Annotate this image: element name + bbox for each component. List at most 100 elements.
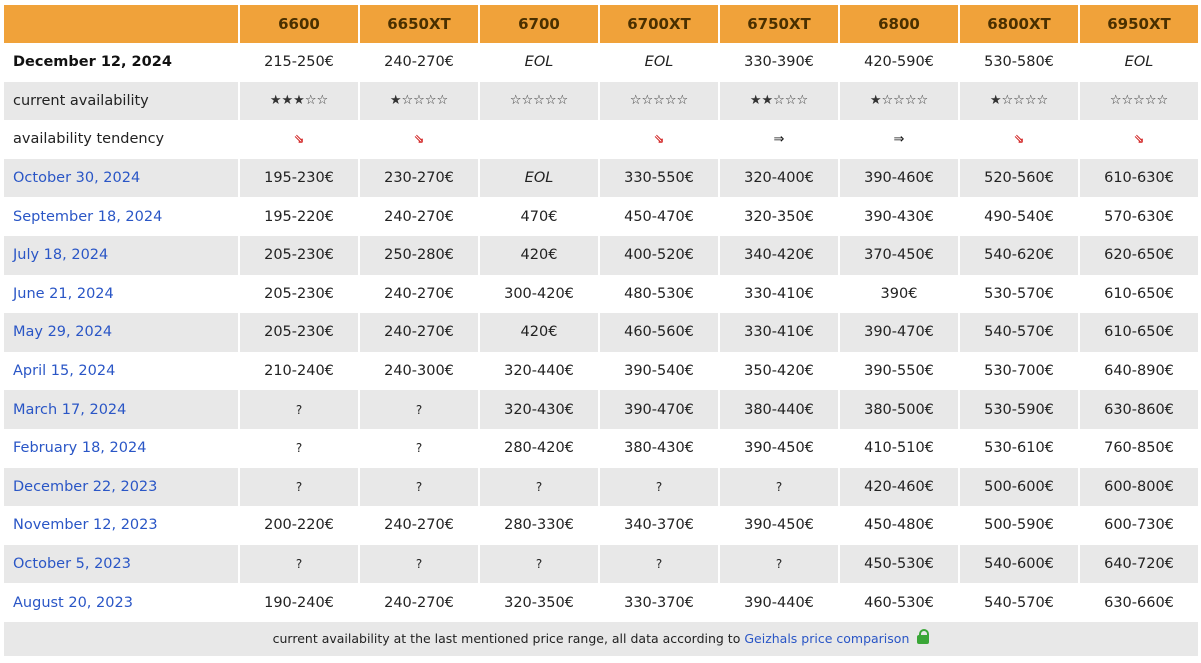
row-label: current availability	[4, 81, 238, 121]
price-cell: 530-700€	[960, 351, 1078, 391]
table-header: 6600 6650XT 6700 6700XT 6750XT 6800 6800…	[4, 5, 1198, 43]
availability-stars: ☆☆☆☆☆	[480, 81, 598, 121]
availability-stars: ★★★☆☆	[240, 81, 358, 121]
table-row: April 15, 2024 210-240€ 240-300€ 320-440€ 39…	[4, 351, 1198, 391]
price-cell: 240-270€	[360, 43, 478, 82]
price-cell: 230-270€	[360, 158, 478, 198]
price-cell: 420-590€	[840, 43, 958, 82]
price-cell: 640-720€	[1080, 544, 1198, 584]
table-row: October 5, 2023????? 450-530€ 540-600€ 640-…	[4, 544, 1198, 584]
row-date-link[interactable]: February 18, 2024	[4, 428, 238, 468]
price-cell: 420€	[480, 313, 598, 352]
row-date-link[interactable]: December 22, 2023	[4, 467, 238, 507]
price-cell: 195-230€	[240, 158, 358, 198]
price-cell: 490-540€	[960, 197, 1078, 236]
price-cell: 320-440€	[480, 351, 598, 391]
price-cell: ?	[360, 544, 478, 584]
price-cell: 215-250€	[240, 43, 358, 82]
table-row: September 18, 2024 195-220€ 240-270€ 470€ 45…	[4, 197, 1198, 236]
price-cell: 530-570€	[960, 274, 1078, 314]
price-cell: 500-600€	[960, 467, 1078, 507]
availability-stars: ★★☆☆☆	[720, 81, 838, 121]
price-cell: 320-430€	[480, 390, 598, 429]
table-body: December 12, 2024 215-250€ 240-270€ EOL EOL 3…	[4, 43, 1198, 622]
price-cell: 340-370€	[600, 506, 718, 545]
row-date-link[interactable]: November 12, 2023	[4, 506, 238, 545]
header-corner	[4, 5, 238, 43]
availability-stars: ☆☆☆☆☆	[600, 81, 718, 121]
availability-stars: ☆☆☆☆☆	[1080, 81, 1198, 121]
price-cell: ?	[480, 467, 598, 507]
row-date-link[interactable]: July 18, 2024	[4, 235, 238, 275]
price-cell: ?	[480, 544, 598, 584]
price-cell: 330-410€	[720, 274, 838, 314]
price-cell: 390-450€	[720, 506, 838, 545]
availability-stars: ★☆☆☆☆	[960, 81, 1078, 121]
row-date-link[interactable]: October 5, 2023	[4, 544, 238, 584]
header-gpu-6750xt: 6750XT	[720, 5, 838, 43]
price-cell: 570-630€	[1080, 197, 1198, 236]
header-gpu-6650xt: 6650XT	[360, 5, 478, 43]
price-cell: EOL	[480, 158, 598, 198]
price-cell: 410-510€	[840, 428, 958, 468]
price-cell: EOL	[600, 43, 718, 82]
arrow-down-right-icon: ⇘	[1080, 120, 1198, 159]
price-cell: 390-430€	[840, 197, 958, 236]
row-date-link[interactable]: April 15, 2024	[4, 351, 238, 391]
header-gpu-6700: 6700	[480, 5, 598, 43]
price-cell: 600-800€	[1080, 467, 1198, 507]
price-cell: ?	[360, 390, 478, 429]
price-cell: 390-540€	[600, 351, 718, 391]
row-date-link[interactable]: September 18, 2024	[4, 197, 238, 236]
price-cell: ?	[240, 544, 358, 584]
price-cell: 200-220€	[240, 506, 358, 545]
availability-stars: ★☆☆☆☆	[360, 81, 478, 121]
price-cell: 195-220€	[240, 197, 358, 236]
price-cell: 610-630€	[1080, 158, 1198, 198]
price-cell: ?	[360, 467, 478, 507]
price-cell: 380-500€	[840, 390, 958, 429]
price-cell: 320-400€	[720, 158, 838, 198]
table-row: availability tendency ⇘ ⇘ ⇘ ⇒ ⇒ ⇘ ⇘	[4, 120, 1198, 159]
price-cell: 330-370€	[600, 583, 718, 622]
price-cell: ?	[600, 544, 718, 584]
price-cell: 320-350€	[720, 197, 838, 236]
table-row: December 12, 2024 215-250€ 240-270€ EOL EOL 3…	[4, 43, 1198, 82]
footer-row: current availability at the last mention…	[4, 621, 1198, 656]
table-row: May 29, 2024 205-230€ 240-270€ 420€ 460-560€…	[4, 313, 1198, 352]
table-row: February 18, 2024?? 280-420€ 380-430€ 390-4…	[4, 428, 1198, 468]
price-cell: 460-530€	[840, 583, 958, 622]
price-cell: 520-560€	[960, 158, 1078, 198]
price-cell: 470€	[480, 197, 598, 236]
price-cell: 300-420€	[480, 274, 598, 314]
row-date-link[interactable]: May 29, 2024	[4, 313, 238, 352]
price-cell: 240-270€	[360, 506, 478, 545]
price-cell: 320-350€	[480, 583, 598, 622]
price-cell: 480-530€	[600, 274, 718, 314]
arrow-down-right-icon: ⇘	[960, 120, 1078, 159]
table-row: December 22, 2023????? 420-460€ 500-600€ 60…	[4, 467, 1198, 507]
price-cell: 330-410€	[720, 313, 838, 352]
price-cell: 205-230€	[240, 313, 358, 352]
price-cell: 240-270€	[360, 274, 478, 314]
price-cell: 340-420€	[720, 235, 838, 275]
row-date-link[interactable]: March 17, 2024	[4, 390, 238, 429]
price-cell: 390-440€	[720, 583, 838, 622]
price-cell: 420€	[480, 235, 598, 275]
geizhals-link[interactable]: Geizhals price comparison	[744, 631, 909, 646]
price-cell: 530-590€	[960, 390, 1078, 429]
price-cell: 450-470€	[600, 197, 718, 236]
price-cell: 640-890€	[1080, 351, 1198, 391]
price-cell: 630-660€	[1080, 583, 1198, 622]
row-date-link[interactable]: June 21, 2024	[4, 274, 238, 314]
price-cell: 330-550€	[600, 158, 718, 198]
row-date-link[interactable]: August 20, 2023	[4, 583, 238, 622]
availability-stars: ★☆☆☆☆	[840, 81, 958, 121]
price-cell: ?	[720, 467, 838, 507]
price-cell: 540-620€	[960, 235, 1078, 275]
price-cell: EOL	[1080, 43, 1198, 82]
price-cell: 240-300€	[360, 351, 478, 391]
row-date-link[interactable]: October 30, 2024	[4, 158, 238, 198]
header-row: 6600 6650XT 6700 6700XT 6750XT 6800 6800…	[4, 5, 1198, 43]
header-gpu-6800: 6800	[840, 5, 958, 43]
